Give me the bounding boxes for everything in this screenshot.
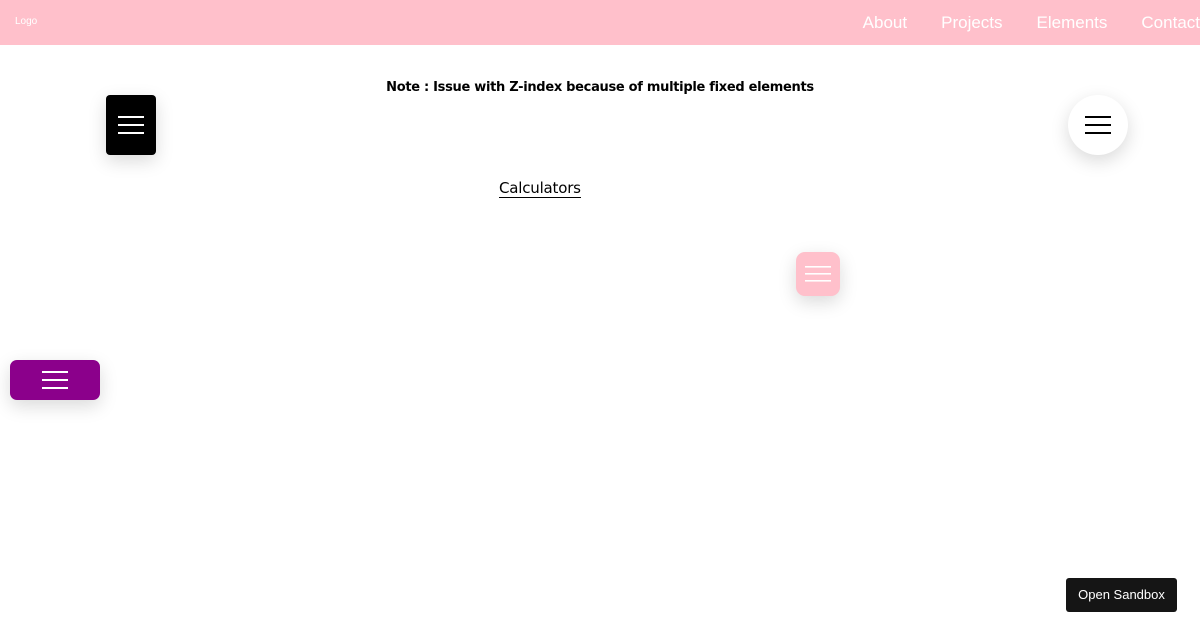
nav-link-about[interactable]: About	[863, 13, 907, 33]
top-navbar: Logo About Projects Elements Contact	[0, 0, 1200, 45]
page: Logo About Projects Elements Contact Not…	[0, 0, 1200, 630]
nav-link-projects[interactable]: Projects	[941, 13, 1002, 33]
hamburger-icon	[805, 266, 831, 282]
nav-link-elements[interactable]: Elements	[1037, 13, 1108, 33]
calculators-link[interactable]: Calculators	[499, 179, 581, 198]
logo[interactable]: Logo	[15, 16, 37, 27]
menu-button-white[interactable]	[1068, 95, 1128, 155]
nav-link-contact[interactable]: Contact	[1141, 13, 1200, 33]
hamburger-icon	[42, 371, 68, 389]
hamburger-icon	[118, 116, 144, 134]
open-sandbox-button[interactable]: Open Sandbox	[1066, 578, 1177, 612]
note-text: Note : Issue with Z-index because of mul…	[386, 80, 814, 95]
menu-button-purple[interactable]	[10, 360, 100, 400]
menu-button-black[interactable]	[106, 95, 156, 155]
menu-button-pink[interactable]	[796, 252, 840, 296]
nav-links: About Projects Elements Contact	[863, 0, 1200, 45]
hamburger-icon	[1085, 116, 1111, 134]
